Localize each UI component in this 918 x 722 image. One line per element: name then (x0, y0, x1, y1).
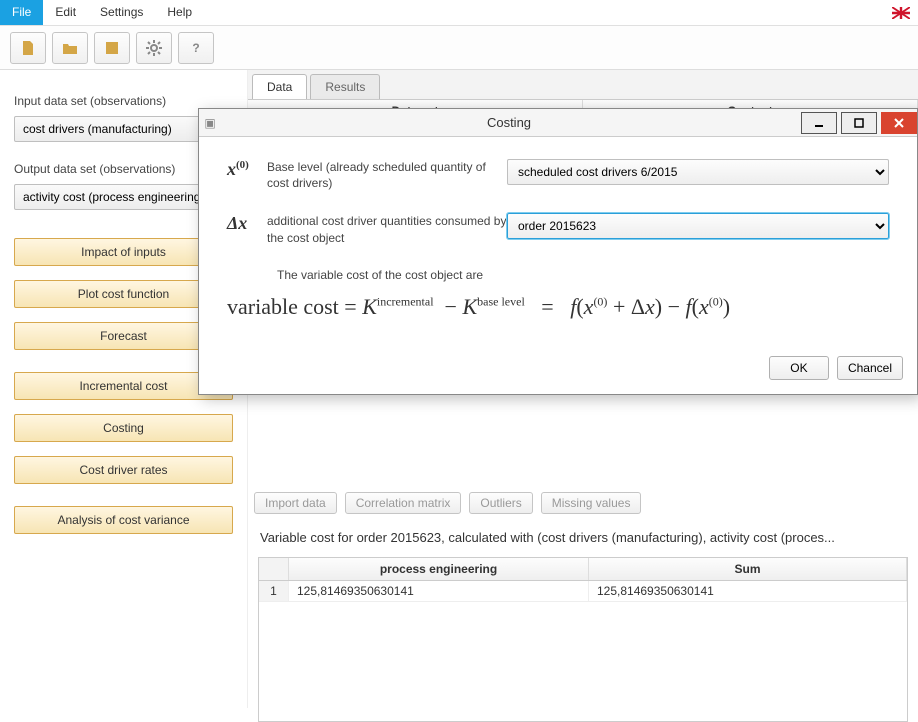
formula-explain: The variable cost of the cost object are (277, 268, 889, 282)
cancel-button[interactable]: Chancel (837, 356, 903, 380)
data-toolstrip: Import data Correlation matrix Outliers … (254, 492, 912, 514)
import-data-button[interactable]: Import data (254, 492, 337, 514)
menu-edit[interactable]: Edit (43, 0, 88, 25)
menu-settings[interactable]: Settings (88, 0, 155, 25)
result-row[interactable]: 1 125,81469350630141 125,81469350630141 (259, 581, 907, 602)
result-col-1: process engineering (289, 558, 589, 580)
content-tabs: Data Results (248, 70, 918, 100)
result-title: Variable cost for order 2015623, calcula… (248, 520, 918, 551)
dialog-title: Costing (221, 115, 797, 130)
result-cell-index: 1 (259, 581, 289, 601)
settings-gear-button[interactable] (136, 32, 172, 64)
maximize-button[interactable] (841, 112, 877, 134)
ok-button[interactable]: OK (769, 356, 829, 380)
result-cell: 125,81469350630141 (289, 581, 589, 601)
symbol-delta-x: Δx (227, 213, 267, 234)
result-col-index (259, 558, 289, 580)
analysis-variance-button[interactable]: Analysis of cost variance (14, 506, 233, 534)
tab-data[interactable]: Data (252, 74, 307, 99)
correlation-matrix-button[interactable]: Correlation matrix (345, 492, 462, 514)
costing-button[interactable]: Costing (14, 414, 233, 442)
variable-cost-formula: variable cost = Kincremental − Kbase lev… (227, 294, 889, 320)
dialog-titlebar[interactable]: ▣ Costing (199, 109, 917, 137)
result-table: process engineering Sum 1 125,8146935063… (258, 557, 908, 722)
language-flag-icon[interactable] (892, 7, 910, 19)
cost-driver-rates-button[interactable]: Cost driver rates (14, 456, 233, 484)
minimize-button[interactable] (801, 112, 837, 134)
cost-object-select[interactable]: order 2015623 (507, 213, 889, 239)
symbol-x0: x(0) (227, 159, 267, 180)
base-level-select[interactable]: scheduled cost drivers 6/2015 (507, 159, 889, 185)
svg-text:?: ? (192, 41, 199, 55)
close-button[interactable] (881, 112, 917, 134)
base-level-desc: Base level (already scheduled quantity o… (267, 159, 507, 191)
input-dataset-label: Input data set (observations) (14, 94, 233, 108)
outliers-button[interactable]: Outliers (469, 492, 532, 514)
tab-results[interactable]: Results (310, 74, 380, 99)
menu-help[interactable]: Help (155, 0, 204, 25)
costing-dialog: ▣ Costing x(0) Base level (already sched… (198, 108, 918, 395)
missing-values-button[interactable]: Missing values (541, 492, 642, 514)
result-cell: 125,81469350630141 (589, 581, 907, 601)
dialog-app-icon: ▣ (199, 116, 221, 130)
new-file-button[interactable] (10, 32, 46, 64)
menu-file[interactable]: File (0, 0, 43, 25)
save-button[interactable] (94, 32, 130, 64)
open-file-button[interactable] (52, 32, 88, 64)
result-col-2: Sum (589, 558, 907, 580)
help-button[interactable]: ? (178, 32, 214, 64)
delta-x-desc: additional cost driver quantities consum… (267, 213, 507, 245)
toolbar: ? (0, 26, 918, 70)
menubar: File Edit Settings Help (0, 0, 918, 26)
